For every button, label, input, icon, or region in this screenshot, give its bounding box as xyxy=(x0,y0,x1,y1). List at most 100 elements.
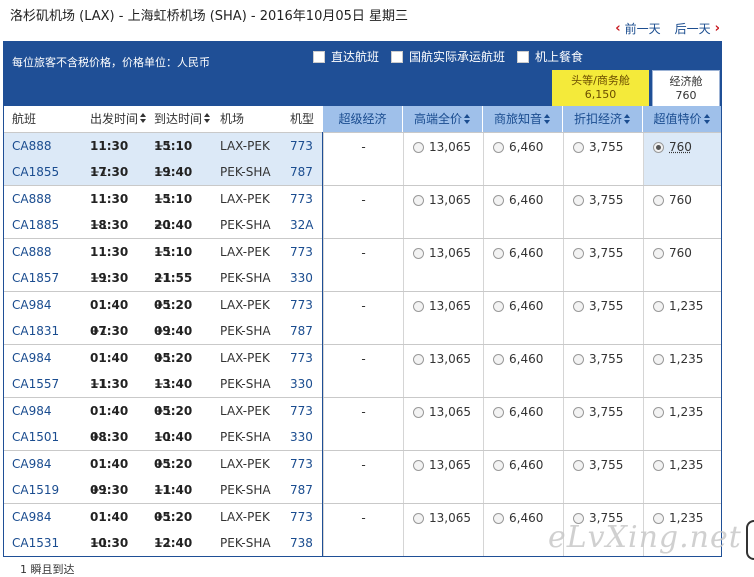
fare-option[interactable]: 6,460 xyxy=(483,398,563,450)
radio-icon[interactable] xyxy=(573,407,584,418)
checkbox-icon[interactable] xyxy=(391,51,403,63)
radio-icon[interactable] xyxy=(493,354,504,365)
aircraft-type-link[interactable]: 773 xyxy=(290,345,313,371)
radio-icon[interactable] xyxy=(573,142,584,153)
fare-option[interactable]: 3,755 xyxy=(563,292,643,344)
fare-option[interactable]: 3,755 xyxy=(563,398,643,450)
itinerary-row[interactable]: CA984 01:40 05:20 +1 LAX-PEK 773 CA1501 08:30 +1… xyxy=(4,397,721,450)
flight-number-link[interactable]: CA984 xyxy=(12,292,52,318)
flight-number-link[interactable]: CA888 xyxy=(12,186,52,212)
radio-icon[interactable] xyxy=(573,301,584,312)
flight-number-link[interactable]: CA1857 xyxy=(12,265,59,291)
fare-option[interactable]: 760 xyxy=(643,133,721,185)
radio-icon[interactable] xyxy=(493,248,504,259)
flight-number-link[interactable]: CA1831 xyxy=(12,318,59,344)
next-day-link[interactable]: 后一天 › xyxy=(675,20,720,37)
itinerary-row[interactable]: CA984 01:40 05:20 +1 LAX-PEK 773 CA1519 09:30 +1… xyxy=(4,450,721,503)
radio-icon[interactable] xyxy=(493,460,504,471)
flight-number-link[interactable]: CA1557 xyxy=(12,371,59,397)
fare-option[interactable]: 13,065 xyxy=(403,345,483,397)
col-premium-full[interactable]: 高端全价 xyxy=(402,106,482,132)
fare-option[interactable]: 6,460 xyxy=(483,345,563,397)
aircraft-type-link[interactable]: 773 xyxy=(290,239,313,265)
radio-icon[interactable] xyxy=(653,248,664,259)
radio-icon[interactable] xyxy=(653,142,664,153)
itinerary-row[interactable]: CA888 11:30 15:10 +1 LAX-PEK 773 CA1855 17:30 +1… xyxy=(4,132,721,185)
col-special-value[interactable]: 超值特价 xyxy=(642,106,721,132)
radio-icon[interactable] xyxy=(653,301,664,312)
radio-icon[interactable] xyxy=(493,195,504,206)
radio-icon[interactable] xyxy=(653,407,664,418)
aircraft-type-link[interactable]: 787 xyxy=(290,477,313,503)
flight-number-link[interactable]: CA1501 xyxy=(12,424,59,450)
fare-option[interactable]: 6,460 xyxy=(483,451,563,503)
itinerary-row[interactable]: CA984 01:40 05:20 +1 LAX-PEK 773 CA1557 11:30 +1… xyxy=(4,344,721,397)
fare-option[interactable]: 3,755 xyxy=(563,451,643,503)
flight-number-link[interactable]: CA888 xyxy=(12,239,52,265)
fare-option[interactable]: 1,235 xyxy=(643,451,721,503)
radio-icon[interactable] xyxy=(493,513,504,524)
radio-icon[interactable] xyxy=(413,460,424,471)
radio-icon[interactable] xyxy=(493,142,504,153)
radio-icon[interactable] xyxy=(573,354,584,365)
flight-number-link[interactable]: CA1885 xyxy=(12,212,59,238)
filter-operated[interactable]: 国航实际承运航班 xyxy=(391,48,505,65)
aircraft-type-link[interactable]: 773 xyxy=(290,292,313,318)
fare-option[interactable]: 3,755 xyxy=(563,345,643,397)
aircraft-type-link[interactable]: 738 xyxy=(290,530,313,556)
fare-option[interactable]: 1,235 xyxy=(643,398,721,450)
aircraft-type-link[interactable]: 787 xyxy=(290,159,313,185)
aircraft-type-link[interactable]: 773 xyxy=(290,504,313,530)
checkbox-icon[interactable] xyxy=(517,51,529,63)
fare-option[interactable]: 3,755 xyxy=(563,186,643,238)
aircraft-type-link[interactable]: 32A xyxy=(290,212,313,238)
radio-icon[interactable] xyxy=(413,513,424,524)
radio-icon[interactable] xyxy=(573,460,584,471)
tab-economy[interactable]: 经济舱 760 xyxy=(652,70,720,106)
fare-option[interactable]: 760 xyxy=(643,186,721,238)
flight-number-link[interactable]: CA984 xyxy=(12,504,52,530)
fare-option[interactable]: 3,755 xyxy=(563,133,643,185)
prev-day-link[interactable]: ‹ 前一天 xyxy=(615,20,660,37)
scroll-handle[interactable] xyxy=(746,520,754,560)
radio-icon[interactable] xyxy=(573,195,584,206)
radio-icon[interactable] xyxy=(653,195,664,206)
fare-option[interactable]: 6,460 xyxy=(483,133,563,185)
fare-option[interactable]: 13,065 xyxy=(403,133,483,185)
flight-number-link[interactable]: CA888 xyxy=(12,133,52,159)
col-arrival[interactable]: 到达时间 xyxy=(154,106,211,132)
radio-icon[interactable] xyxy=(413,301,424,312)
col-departure[interactable]: 出发时间 xyxy=(90,106,147,132)
flight-number-link[interactable]: CA984 xyxy=(12,451,52,477)
radio-icon[interactable] xyxy=(413,248,424,259)
fare-option[interactable]: 13,065 xyxy=(403,504,483,556)
flight-number-link[interactable]: CA984 xyxy=(12,345,52,371)
fare-option[interactable]: 1,235 xyxy=(643,345,721,397)
fare-option[interactable]: 6,460 xyxy=(483,239,563,291)
aircraft-type-link[interactable]: 773 xyxy=(290,451,313,477)
aircraft-type-link[interactable]: 773 xyxy=(290,186,313,212)
flight-number-link[interactable]: CA984 xyxy=(12,398,52,424)
radio-icon[interactable] xyxy=(653,354,664,365)
radio-icon[interactable] xyxy=(413,354,424,365)
fare-option[interactable]: 6,460 xyxy=(483,292,563,344)
radio-icon[interactable] xyxy=(493,301,504,312)
aircraft-type-link[interactable]: 773 xyxy=(290,398,313,424)
fare-option[interactable]: 1,235 xyxy=(643,292,721,344)
aircraft-type-link[interactable]: 330 xyxy=(290,371,313,397)
fare-option[interactable]: 3,755 xyxy=(563,239,643,291)
aircraft-type-link[interactable]: 787 xyxy=(290,318,313,344)
itinerary-row[interactable]: CA888 11:30 15:10 +1 LAX-PEK 773 CA1885 18:30 +1… xyxy=(4,185,721,238)
fare-option[interactable]: 6,460 xyxy=(483,186,563,238)
radio-icon[interactable] xyxy=(493,407,504,418)
radio-icon[interactable] xyxy=(413,142,424,153)
col-discount-economy[interactable]: 折扣经济 xyxy=(562,106,642,132)
radio-icon[interactable] xyxy=(653,460,664,471)
flight-number-link[interactable]: CA1519 xyxy=(12,477,59,503)
tab-first-business[interactable]: 头等/商务舱 6,150 xyxy=(552,70,649,106)
flight-number-link[interactable]: CA1855 xyxy=(12,159,59,185)
filter-direct[interactable]: 直达航班 xyxy=(313,48,379,65)
fare-option[interactable]: 760 xyxy=(643,239,721,291)
checkbox-icon[interactable] xyxy=(313,51,325,63)
aircraft-type-link[interactable]: 330 xyxy=(290,265,313,291)
